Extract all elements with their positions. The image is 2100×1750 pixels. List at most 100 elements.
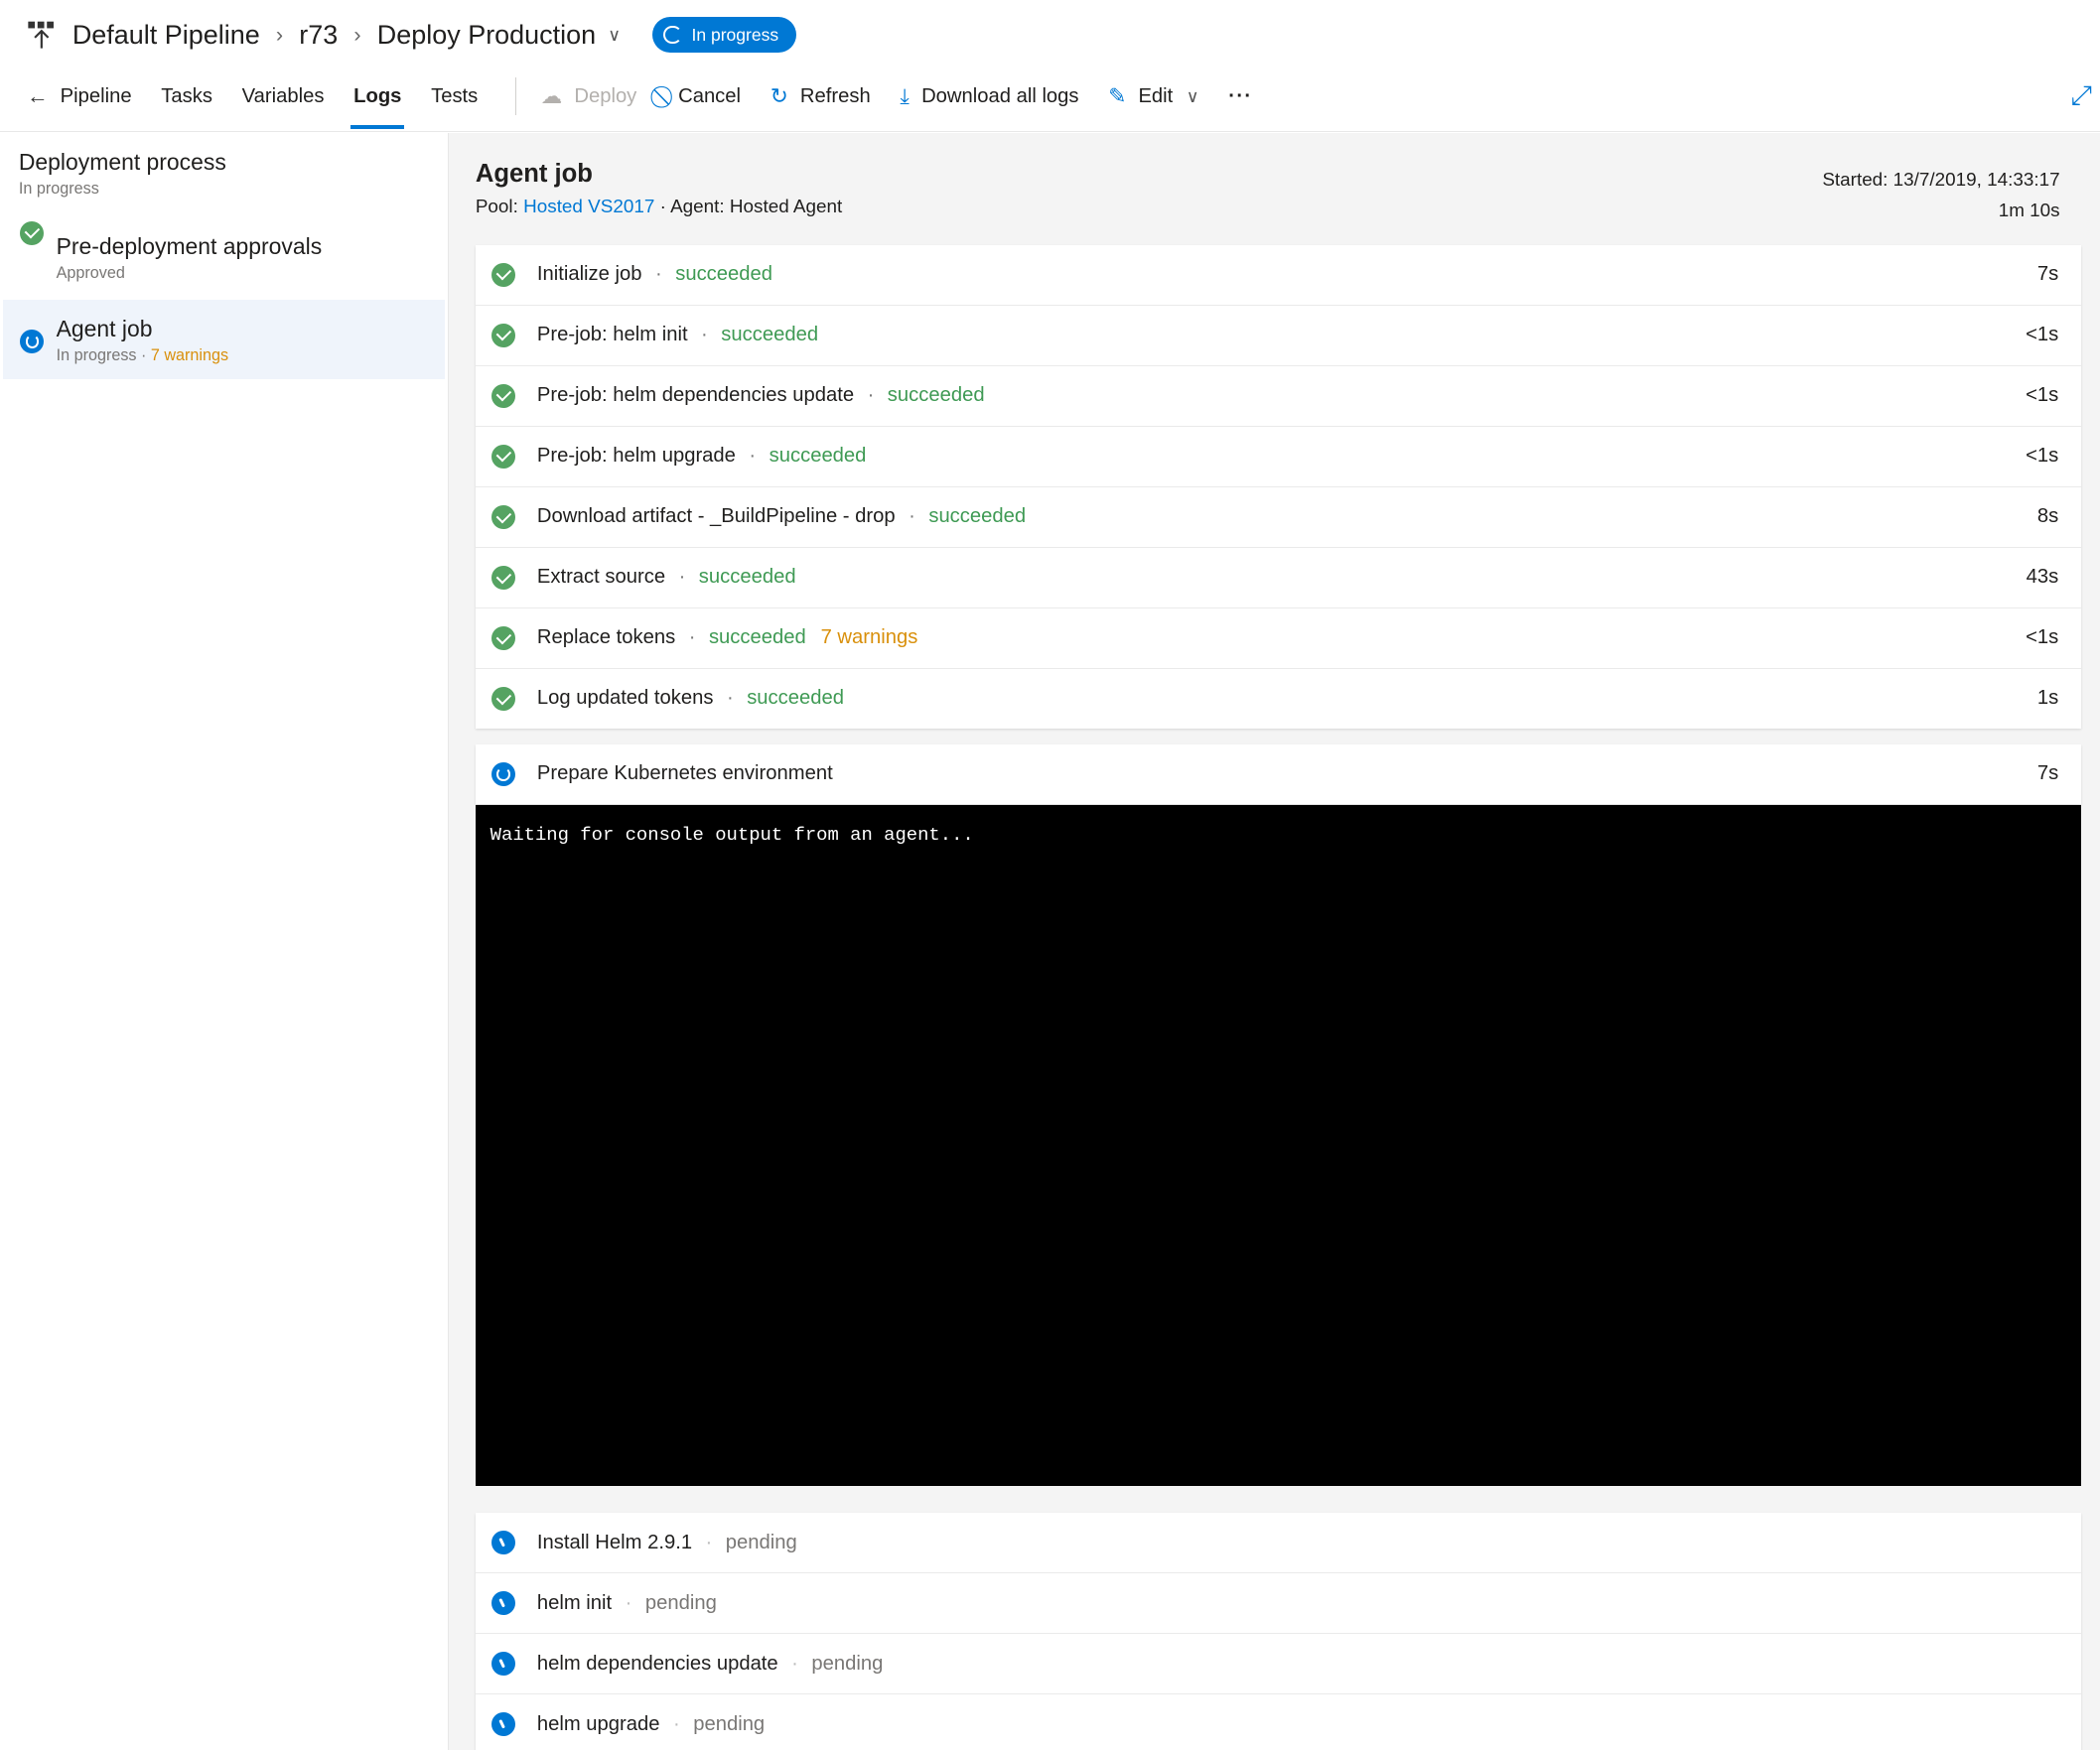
more-actions-button[interactable]: ···	[1228, 85, 1252, 108]
cancel-button[interactable]: ⃠Cancel	[666, 83, 741, 109]
pending-clock-icon	[491, 1531, 516, 1555]
task-name: helm dependencies update	[536, 1652, 778, 1675]
tab-tests[interactable]: Tests	[431, 85, 478, 108]
pending-clock-icon	[491, 1652, 516, 1677]
task-warnings[interactable]: 7 warnings	[821, 626, 918, 649]
task-status: succeeded	[708, 626, 806, 649]
refresh-icon: ↻	[770, 83, 788, 109]
pipeline-logo-icon	[27, 19, 57, 51]
task-row[interactable]: Initialize job · succeeded 7s	[475, 245, 2082, 306]
edit-button[interactable]: ✎ Edit ∨	[1108, 83, 1198, 109]
task-row[interactable]: Pre-job: helm init · succeeded <1s	[475, 306, 2082, 366]
task-name: Download artifact - _BuildPipeline - dro…	[536, 505, 896, 528]
task-status: succeeded	[721, 324, 819, 346]
task-name: Log updated tokens	[536, 687, 714, 710]
chevron-right-icon: ›	[353, 22, 361, 48]
task-name: helm init	[536, 1591, 613, 1614]
task-row[interactable]: Install Helm 2.9.1 · pending	[475, 1513, 2082, 1574]
tab-label: Variables	[241, 84, 325, 107]
task-name: Install Helm 2.9.1	[536, 1531, 693, 1553]
separator: ·	[867, 384, 875, 407]
arrow-left-icon: ←	[26, 83, 49, 109]
succeeded-icon	[491, 565, 516, 591]
sidebar-item-agent-job[interactable]: Agent job In progress · 7 warnings	[2, 300, 445, 379]
task-name: Initialize job	[536, 263, 642, 286]
sidebar-subtitle: In progress	[18, 179, 99, 198]
expand-icon[interactable]: ⤢	[2070, 80, 2092, 112]
breadcrumb-stage[interactable]: Deploy Production	[377, 20, 596, 51]
deploy-button[interactable]: ☁ Deploy	[541, 83, 637, 109]
job-subtitle: Pool: Hosted VS2017 · Agent: Hosted Agen…	[476, 197, 842, 218]
chevron-down-icon[interactable]: ∨	[608, 25, 621, 46]
task-name: Prepare Kubernetes environment	[536, 762, 833, 785]
task-row[interactable]: Replace tokens · succeeded 7 warnings <1s	[475, 608, 2082, 669]
separator: ·	[791, 1652, 798, 1675]
status-badge: In progress	[652, 16, 796, 54]
task-name: Pre-job: helm dependencies update	[536, 384, 855, 407]
refresh-button[interactable]: ↻ Refresh	[770, 83, 871, 109]
sidebar-title: Deployment process	[18, 148, 226, 175]
task-row[interactable]: Pre-job: helm upgrade · succeeded <1s	[475, 427, 2082, 487]
breadcrumb-release[interactable]: r73	[299, 20, 338, 51]
task-duration: 7s	[2036, 762, 2059, 785]
tab-logs[interactable]: Logs	[350, 85, 404, 130]
task-row[interactable]: helm init · pending	[475, 1573, 2082, 1635]
separator: ·	[678, 566, 686, 589]
task-status: succeeded	[747, 687, 844, 710]
task-status: succeeded	[698, 566, 796, 589]
task-row[interactable]: helm dependencies update · pending	[475, 1634, 2082, 1695]
cloud-icon: ☁	[540, 83, 563, 109]
sidebar-header: Deployment process In progress	[19, 149, 226, 199]
separator: ·	[625, 1591, 632, 1614]
completed-tasks-list: Initialize job · succeeded 7s Pre-job: helm …	[475, 244, 2082, 729]
job-duration: 1m 10s	[1998, 200, 2060, 221]
button-label: Refresh	[799, 84, 871, 107]
pencil-icon: ✎	[1108, 83, 1127, 109]
button-label: Deploy	[574, 84, 637, 107]
toolbar: ← Pipeline Tasks Variables Logs Tests ☁ De…	[27, 75, 1282, 130]
warnings-link[interactable]: 7 warnings	[151, 346, 228, 364]
task-duration: 43s	[2026, 566, 2059, 589]
pool-link[interactable]: Hosted VS2017	[523, 197, 654, 217]
task-status: pending	[811, 1652, 884, 1675]
job-meta: Started: 13/7/2019, 14:33:17 1m 10s	[1822, 165, 2059, 226]
task-duration: <1s	[2026, 626, 2059, 649]
task-row[interactable]: Log updated tokens · succeeded 1s	[476, 669, 2081, 729]
button-label: Edit	[1138, 84, 1174, 107]
tab-pipeline[interactable]: ← Pipeline	[27, 83, 132, 109]
sidebar-item-status: Approved	[56, 263, 125, 282]
separator: ·	[909, 505, 915, 528]
task-duration: 1s	[2036, 687, 2059, 710]
tab-label: Tasks	[161, 84, 212, 107]
task-duration: <1s	[2026, 445, 2059, 468]
breadcrumb-pipeline[interactable]: Default Pipeline	[72, 20, 260, 51]
task-row[interactable]: Download artifact - _BuildPipeline - dro…	[475, 487, 2082, 548]
running-task-card: Prepare Kubernetes environment 7s	[475, 743, 2082, 804]
download-all-logs-button[interactable]: ⤓ Download all logs	[900, 83, 1078, 109]
sidebar-item-pre-deployment-approvals[interactable]: Pre-deployment approvals Approved	[3, 217, 445, 297]
agent-label: · Agent: Hosted Agent	[654, 197, 843, 218]
log-panel: Agent job Pool: Hosted VS2017 · Agent: H…	[448, 132, 2100, 1750]
task-status: succeeded	[887, 384, 985, 407]
succeeded-icon	[491, 444, 516, 470]
succeeded-icon	[491, 323, 516, 347]
separator: ·	[705, 1531, 713, 1553]
task-status: pending	[693, 1712, 766, 1735]
task-row[interactable]: helm upgrade · pending	[476, 1694, 2081, 1750]
tab-label: Tests	[431, 84, 479, 107]
console-output[interactable]: Waiting for console output from an agent…	[475, 804, 2082, 1487]
succeeded-icon	[491, 686, 516, 712]
task-row[interactable]: Extract source · succeeded 43s	[475, 548, 2082, 608]
task-row[interactable]: Pre-job: helm dependencies update · succee…	[475, 366, 2082, 427]
task-name: helm upgrade	[536, 1712, 660, 1735]
tab-tasks[interactable]: Tasks	[161, 85, 212, 108]
started-time: Started: 13/7/2019, 14:33:17	[1822, 169, 2060, 191]
succeeded-icon	[20, 220, 45, 245]
sidebar-item-status: In progress	[56, 346, 137, 365]
task-name: Replace tokens	[536, 626, 676, 649]
tab-variables[interactable]: Variables	[242, 85, 325, 108]
task-row[interactable]: Prepare Kubernetes environment 7s	[476, 744, 2081, 804]
task-status: succeeded	[675, 263, 773, 286]
separator: ·	[136, 346, 151, 365]
pending-clock-icon	[491, 1591, 516, 1616]
